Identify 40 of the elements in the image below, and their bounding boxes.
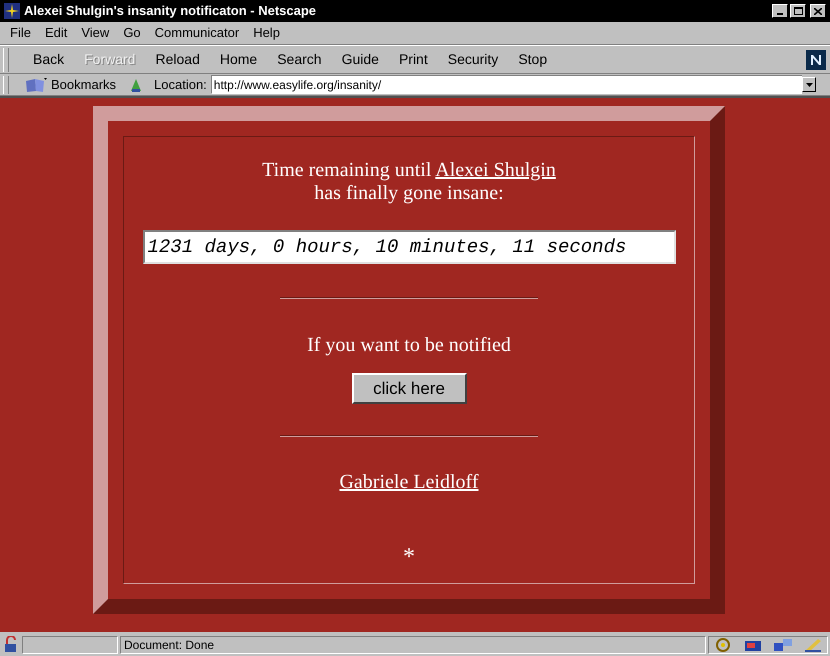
menu-item[interactable]: File — [10, 23, 31, 43]
location-field[interactable]: http://www.easylife.org/insanity/ — [210, 75, 802, 94]
toolbar-button[interactable]: Print — [390, 49, 436, 70]
heading-text: Time remaining until Alexei Shulgin has finally gone insane: — [262, 159, 556, 205]
maximize-icon — [794, 7, 802, 15]
caret-icon — [806, 82, 812, 86]
menu-item[interactable]: Edit — [44, 23, 68, 43]
navigator-icon[interactable] — [713, 637, 733, 653]
toolbar-button[interactable]: Security — [440, 49, 506, 70]
pen-icon[interactable] — [803, 637, 823, 653]
close-button[interactable] — [810, 4, 826, 18]
menu-item[interactable]: Go — [123, 23, 141, 43]
toolbar-button[interactable]: Guide — [334, 49, 387, 70]
toolbar-button[interactable]: Stop — [510, 49, 556, 70]
netscape-logo-icon — [806, 50, 826, 70]
close-icon — [814, 8, 822, 14]
maximize-button[interactable] — [790, 4, 806, 18]
author-link[interactable]: Gabriele Leidloff — [339, 467, 478, 497]
menu-item[interactable]: View — [81, 23, 110, 43]
countdown-field: 1231 days, 0 hours, 10 minutes, 11 seconds — [142, 230, 676, 264]
asterisk-text: * — [403, 543, 415, 572]
window-title: Alexei Shulgin's insanity notificaton - Netscape — [24, 2, 318, 20]
click-here-button[interactable]: click here — [352, 373, 466, 404]
menu-item[interactable]: Help — [253, 23, 280, 43]
location-label: Location: — [154, 76, 207, 94]
toolbar-button[interactable]: Back — [25, 49, 72, 70]
minimize-icon — [777, 13, 783, 15]
minimize-button[interactable] — [772, 4, 788, 18]
chat-icon[interactable] — [773, 637, 793, 653]
app-icon — [4, 3, 20, 19]
status-text: Document: Done — [124, 637, 214, 654]
notify-text: If you want to be notified — [307, 333, 511, 358]
toolbar-button[interactable]: Home — [212, 49, 266, 70]
toolbar-button[interactable]: Search — [269, 49, 330, 70]
bookmarks-button[interactable]: Bookmarks — [25, 74, 116, 94]
dropdown-button[interactable] — [802, 77, 816, 92]
menu-item[interactable]: Communicator — [154, 23, 240, 43]
name-link[interactable]: Alexei Shulgin — [435, 159, 556, 181]
book-icon — [25, 76, 47, 92]
toolbar-button[interactable]: Reload — [147, 49, 208, 70]
